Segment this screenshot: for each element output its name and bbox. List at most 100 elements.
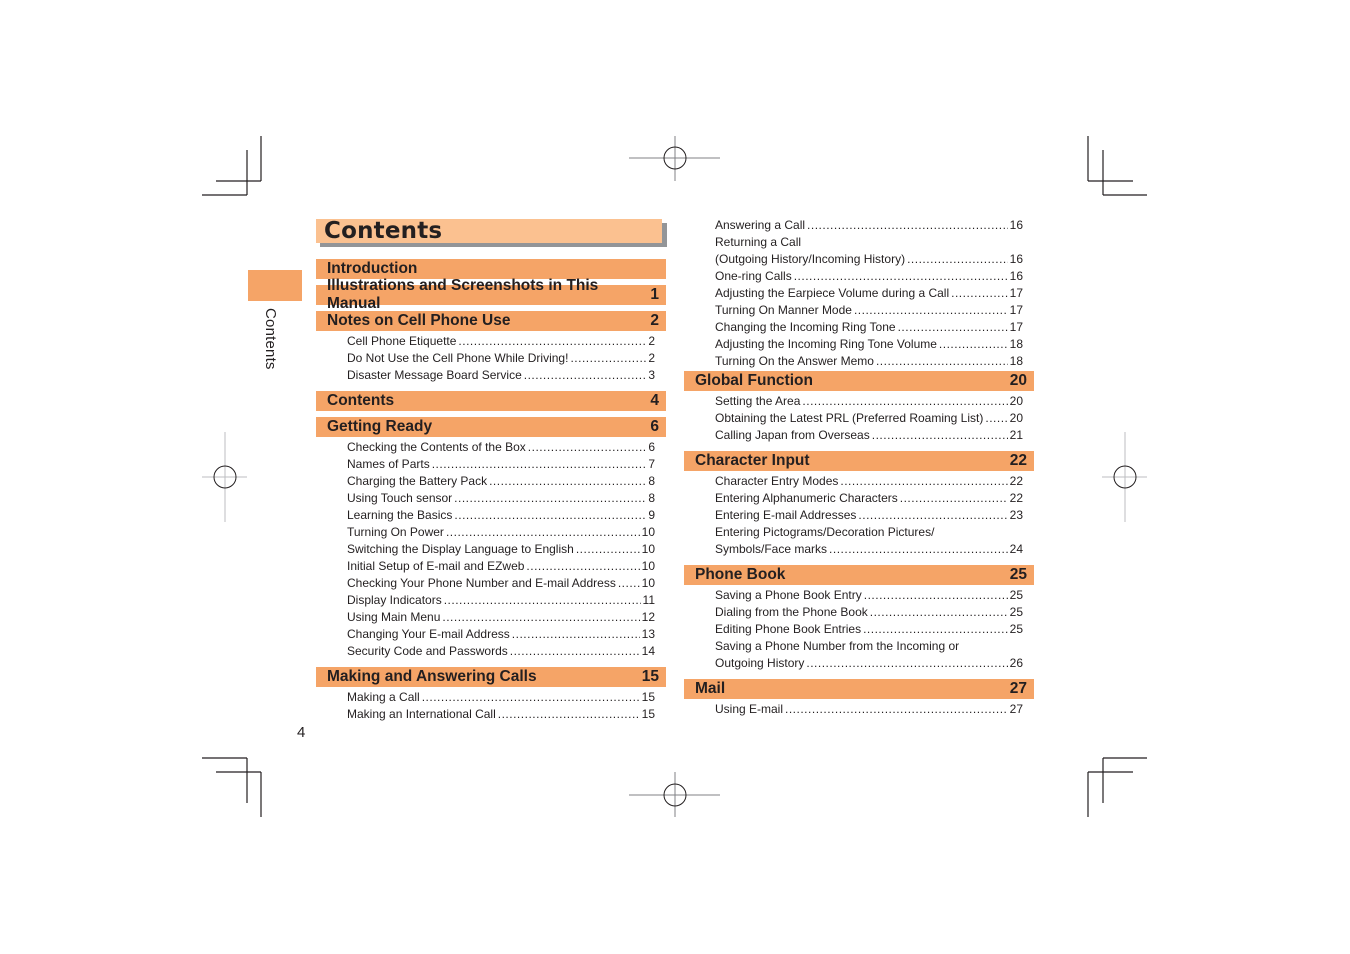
toc-entry-page: 20 (1009, 411, 1023, 425)
dot-leader (985, 410, 1007, 427)
dot-leader (864, 587, 1008, 604)
toc-entry[interactable]: Using E-mail 27 (684, 701, 1034, 718)
section-heading[interactable]: Contents 4 (316, 391, 666, 411)
toc-entry-page: 17 (1009, 320, 1023, 334)
toc-entry-label: Returning a Call (715, 235, 802, 249)
toc-entry[interactable]: Entering Alphanumeric Characters 22 (684, 490, 1034, 507)
toc-entry-label: Answering a Call (715, 218, 806, 232)
dot-leader (876, 353, 1008, 370)
toc-entry[interactable]: Saving a Phone Number from the Incoming … (684, 638, 1034, 655)
toc-entry[interactable]: Using Main Menu 12 (316, 609, 666, 626)
toc-entry[interactable]: Outgoing History 26 (684, 655, 1034, 672)
toc-entry[interactable]: Making an International Call 15 (316, 706, 666, 723)
dot-leader (510, 643, 640, 660)
section-heading[interactable]: Notes on Cell Phone Use 2 (316, 311, 666, 331)
toc-entry[interactable]: Names of Parts 7 (316, 456, 666, 473)
section-heading[interactable]: Making and Answering Calls 15 (316, 667, 666, 687)
toc-entry[interactable]: Security Code and Passwords 14 (316, 643, 666, 660)
toc-entry[interactable]: Display Indicators 11 (316, 592, 666, 609)
toc-left-column: Introduction Illustrations and Screenshot… (316, 259, 666, 724)
dot-leader (528, 439, 647, 456)
dot-leader (858, 507, 1007, 524)
toc-entry[interactable]: Symbols/Face marks 24 (684, 541, 1034, 558)
toc-entry-page: 17 (1009, 303, 1023, 317)
dot-leader (802, 393, 1007, 410)
toc-entry[interactable]: Character Entry Modes 22 (684, 473, 1034, 490)
section-items: Character Entry Modes22Entering Alphanum… (684, 471, 1034, 559)
toc-entry-page: 20 (1009, 394, 1023, 408)
registration-mark-top (629, 136, 720, 181)
section-heading[interactable]: Introduction (316, 259, 666, 279)
section-page: 20 (1009, 372, 1027, 389)
toc-entry[interactable]: Charging the Battery Pack 8 (316, 473, 666, 490)
toc-entry-page: 16 (1009, 218, 1023, 232)
section-items: Checking the Contents of the Box 6 Names o… (316, 437, 666, 661)
toc-entry[interactable]: Turning On the Answer Memo 18 (684, 353, 1034, 370)
toc-entry-label: Checking Your Phone Number and E-mail Ad… (347, 576, 616, 590)
toc-entry[interactable]: Entering E-mail Addresses 23 (684, 507, 1034, 524)
dot-leader (458, 333, 646, 350)
toc-entry[interactable]: Editing Phone Book Entries 25 (684, 621, 1034, 638)
toc-entry[interactable]: Do Not Use the Cell Phone While Driving!… (316, 350, 666, 367)
toc-entry-page: 27 (1009, 702, 1023, 716)
section-heading[interactable]: Getting Ready 6 (316, 417, 666, 437)
toc-entry-label: Dialing from the Phone Book (715, 605, 868, 619)
toc-entry[interactable]: Checking Your Phone Number and E-mail Ad… (316, 575, 666, 592)
toc-entry[interactable]: Entering Pictograms/Decoration Pictures/ (684, 524, 1034, 541)
toc-entry[interactable]: Switching the Display Language to Englis… (316, 541, 666, 558)
toc-entry-label: (Outgoing History/Incoming History) (715, 252, 906, 266)
toc-entry[interactable]: Answering a Call 16 (684, 217, 1034, 234)
dot-leader (854, 302, 1008, 319)
toc-entry-label: Cell Phone Etiquette (347, 334, 457, 348)
toc-entry[interactable]: Making a Call 15 (316, 689, 666, 706)
registration-mark-left (202, 432, 247, 522)
crop-mark-top-right (1087, 136, 1147, 196)
toc-entry[interactable]: Learning the Basics 9 (316, 507, 666, 524)
toc-entry-label: Adjusting the Earpiece Volume during a C… (715, 286, 950, 300)
toc-entry[interactable]: Cell Phone Etiquette 2 (316, 333, 666, 350)
toc-entry[interactable]: Adjusting the Earpiece Volume during a C… (684, 285, 1034, 302)
toc-entry[interactable]: Using Touch sensor 8 (316, 490, 666, 507)
toc-entry[interactable]: Turning On Manner Mode 17 (684, 302, 1034, 319)
toc-entry[interactable]: Adjusting the Incoming Ring Tone Volume 1… (684, 336, 1034, 353)
section-page: 2 (650, 312, 659, 329)
continued-items: Answering a Call 16 Returning a Call (Outgo… (684, 215, 1034, 371)
toc-entry[interactable]: Turning On Power 10 (316, 524, 666, 541)
dot-leader (870, 604, 1008, 621)
toc-entry[interactable]: Returning a Call (684, 234, 1034, 251)
chapter-tab (248, 270, 302, 301)
toc-entry[interactable]: Changing Your E-mail Address 13 (316, 626, 666, 643)
toc-entry-label: Setting the Area (715, 394, 801, 408)
toc-entry-page: 2 (648, 334, 655, 348)
dot-leader (840, 473, 1007, 490)
section-items: Cell Phone Etiquette 2 Do Not Use the Cell… (316, 331, 666, 385)
toc-entry[interactable]: Checking the Contents of the Box 6 (316, 439, 666, 456)
toc-entry-label: Saving a Phone Book Entry (715, 588, 862, 602)
section-heading[interactable]: Phone Book 25 (684, 565, 1034, 585)
section-heading[interactable]: Mail 27 (684, 679, 1034, 699)
dot-leader (422, 689, 640, 706)
section-page: 22 (1009, 452, 1027, 469)
toc-entry[interactable]: (Outgoing History/Incoming History) 16 (684, 251, 1034, 268)
section-heading[interactable]: Global Function 20 (684, 371, 1034, 391)
section-heading[interactable]: Character Input 22 (684, 451, 1034, 471)
section-title: Illustrations and Screenshots in This Ma… (327, 277, 599, 312)
toc-entry[interactable]: One-ring Calls 16 (684, 268, 1034, 285)
section-heading[interactable]: Illustrations and Screenshots in This Ma… (316, 277, 666, 312)
toc-entry-label: Do Not Use the Cell Phone While Driving! (347, 351, 569, 365)
toc-entry[interactable]: Setting the Area 20 (684, 393, 1034, 410)
toc-entry[interactable]: Saving a Phone Book Entry 25 (684, 587, 1034, 604)
toc-entry[interactable]: Disaster Message Board Service 3 (316, 367, 666, 384)
dot-leader (526, 558, 639, 575)
toc-entry-page: 21 (1009, 428, 1023, 442)
toc-entry[interactable]: Changing the Incoming Ring Tone 17 (684, 319, 1034, 336)
toc-entry[interactable]: Initial Setup of E-mail and EZweb 10 (316, 558, 666, 575)
toc-entry-label: Calling Japan from Overseas (715, 428, 870, 442)
toc-entry[interactable]: Dialing from the Phone Book 25 (684, 604, 1034, 621)
dot-leader (907, 251, 1008, 268)
toc-entry-label: Security Code and Passwords (347, 644, 508, 658)
toc-entry-label: One-ring Calls (715, 269, 792, 283)
toc-entry[interactable]: Calling Japan from Overseas 21 (684, 427, 1034, 444)
dot-leader (432, 456, 647, 473)
toc-entry[interactable]: Obtaining the Latest PRL (Preferred Roam… (684, 410, 1034, 427)
